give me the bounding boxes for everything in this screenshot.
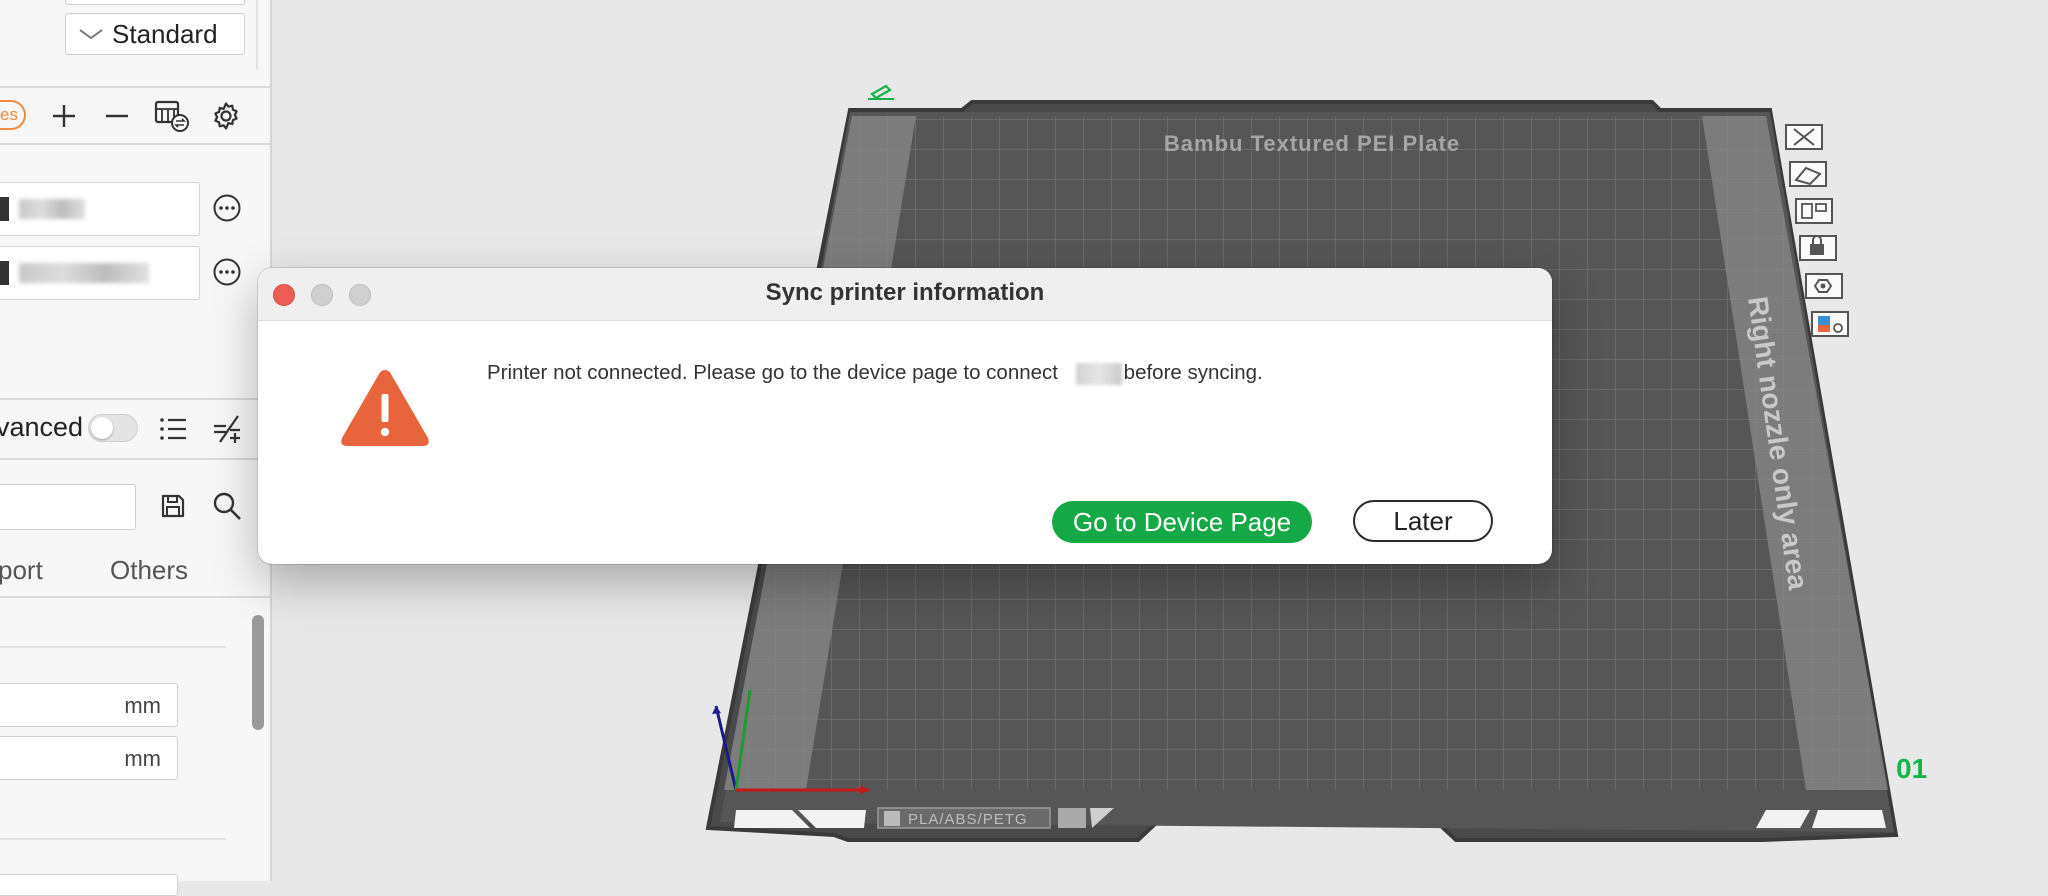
bambu-logo-icon [884, 811, 900, 826]
filament-row[interactable] [0, 182, 200, 236]
divider [0, 458, 270, 460]
list-icon[interactable] [158, 414, 188, 444]
divider [256, 0, 258, 70]
orient-icon[interactable] [1789, 161, 1827, 187]
divider [0, 86, 270, 88]
tab-others[interactable]: Others [110, 555, 188, 586]
save-icon[interactable] [158, 491, 188, 521]
close-plate-icon[interactable] [1785, 124, 1823, 150]
preset-field-top[interactable] [65, 0, 245, 5]
more-options-icon[interactable] [212, 257, 242, 287]
search-input[interactable] [0, 484, 136, 530]
dialog-titlebar: Sync printer information [258, 268, 1552, 321]
divider [0, 646, 226, 648]
plate-settings-icon[interactable] [1805, 273, 1843, 299]
setting-field[interactable] [0, 874, 178, 896]
later-button[interactable]: Later [1353, 500, 1493, 542]
filament-badge-label: es [0, 105, 18, 124]
chevron-down-icon [79, 29, 103, 40]
dialog-message: Printer not connected. Please go to the … [487, 361, 1263, 385]
sync-filament-icon[interactable] [154, 99, 190, 133]
gear-icon[interactable] [210, 100, 242, 132]
printer-name-redacted [1075, 362, 1122, 385]
sync-printer-dialog: Sync printer information Printer not con… [258, 268, 1552, 564]
message-text: before syncing. [1123, 361, 1263, 384]
divider [0, 143, 270, 145]
unit-label: mm [124, 746, 161, 771]
print-preset-dropdown[interactable]: Standard [65, 13, 245, 55]
scrollbar-thumb[interactable] [252, 615, 264, 730]
tab-support[interactable]: port [0, 555, 43, 586]
divider [0, 398, 270, 400]
search-icon[interactable] [211, 490, 243, 522]
setting-field[interactable]: mm [0, 683, 178, 727]
tab-underline [0, 596, 270, 598]
filament-row[interactable] [0, 246, 200, 300]
message-text: Printer not connected. Please go to the … [487, 361, 1064, 384]
warning-icon [341, 370, 429, 446]
filament-badge[interactable]: es [0, 100, 26, 130]
edit-plate-name-icon[interactable] [868, 84, 894, 100]
arrange-icon[interactable] [1795, 198, 1833, 224]
plate-brand-label: Bambu Textured PEI Plate [1164, 131, 1460, 156]
left-sidebar: Standard es vanced port Others mm mm [0, 0, 272, 896]
print-preset-value: Standard [112, 18, 218, 49]
divider [0, 838, 226, 840]
filament-color-swatch [0, 197, 9, 221]
plate-number: 01 [1896, 753, 1927, 784]
plate-marker [1058, 808, 1086, 828]
plate-tab-right [1812, 810, 1886, 828]
filament-name-redacted [19, 199, 85, 219]
filament-color-swatch [0, 261, 9, 285]
advanced-label: vanced [0, 412, 84, 442]
plate-filament-icon[interactable] [1811, 311, 1849, 337]
dialog-title: Sync printer information [765, 279, 1045, 306]
advanced-toggle[interactable] [88, 414, 138, 442]
go-to-device-page-button[interactable]: Go to Device Page [1052, 501, 1312, 543]
more-options-icon[interactable] [212, 193, 242, 223]
add-icon[interactable] [50, 102, 78, 130]
filament-name-redacted [19, 263, 149, 283]
compare-icon[interactable] [211, 413, 243, 445]
setting-field[interactable]: mm [0, 736, 178, 780]
unit-label: mm [124, 693, 161, 718]
lock-icon[interactable] [1799, 235, 1837, 261]
remove-icon[interactable] [103, 102, 131, 130]
compat-label: PLA/ABS/PETG [908, 811, 1028, 828]
